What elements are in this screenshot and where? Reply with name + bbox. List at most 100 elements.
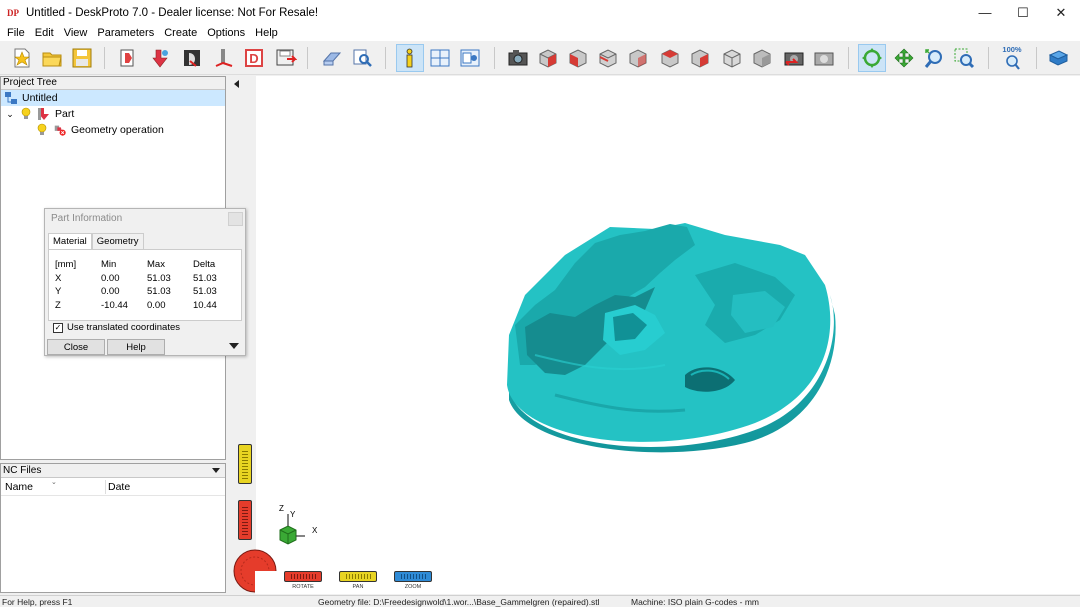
view-front-icon[interactable] [564, 44, 592, 72]
export-nc-icon[interactable] [272, 44, 300, 72]
translated-coords-label: Use translated coordinates [67, 322, 181, 333]
header-max: Max [147, 259, 165, 271]
collapse-arrow-icon[interactable] [234, 80, 239, 88]
view-window-icon[interactable] [456, 44, 484, 72]
view-left-icon[interactable] [624, 44, 652, 72]
pan-slider[interactable] [339, 571, 377, 582]
chevron-down-icon[interactable]: ⌄ [5, 107, 15, 121]
project-icon [4, 91, 18, 105]
table-row: X 0.00 51.03 51.03 [55, 272, 239, 286]
zoom-level-label: 100% [1002, 45, 1022, 54]
vertical-rotate-slider[interactable] [238, 500, 252, 540]
layout-grid-icon[interactable] [426, 44, 454, 72]
tree-item-project[interactable]: Untitled [1, 90, 225, 106]
vertical-pan-slider[interactable] [238, 444, 252, 484]
zoom-window-icon[interactable] [950, 44, 978, 72]
row-axis: Y [55, 286, 62, 298]
part-file-icon[interactable] [114, 44, 142, 72]
header-min: Min [101, 259, 117, 271]
toolpath-icon[interactable] [210, 44, 238, 72]
status-bar: For Help, press F1 Geometry file: D:\Fre… [0, 595, 1080, 607]
snapshot-icon[interactable] [810, 44, 838, 72]
column-divider[interactable] [105, 480, 106, 494]
tab-geometry[interactable]: Geometry [91, 233, 144, 249]
camera-icon[interactable] [504, 44, 532, 72]
view-top-icon[interactable] [686, 44, 714, 72]
close-dialog-button[interactable]: Close [47, 339, 105, 355]
rotate-slider[interactable] [284, 571, 322, 582]
operation-error-icon [53, 123, 67, 137]
zoom-in-icon[interactable] [920, 44, 948, 72]
project-tree-header: Project Tree [1, 77, 225, 90]
dialog-close-icon[interactable] [228, 212, 243, 226]
dialog-title-text: Part Information [51, 213, 123, 224]
nc-files-panel: NC Files Name ⌄ Date [0, 463, 226, 593]
pan-label: PAN [352, 584, 364, 590]
lightbulb-icon[interactable] [35, 123, 49, 137]
view-back-icon[interactable] [594, 44, 622, 72]
tree-item-operation[interactable]: Geometry operation [1, 122, 225, 138]
menu-help[interactable]: Help [250, 25, 283, 41]
axis-indicator: Z Y X [276, 504, 324, 548]
pan-view-icon[interactable] [890, 44, 918, 72]
view-shaded-icon[interactable] [748, 44, 776, 72]
menu-edit[interactable]: Edit [30, 25, 59, 41]
header-unit: [mm] [55, 259, 77, 271]
row-min: 0.00 [101, 286, 120, 298]
minimize-button[interactable]: — [966, 0, 1004, 25]
part-info-dialog: Part Information Material Geometry [mm] … [44, 208, 246, 356]
lightbulb-icon[interactable] [19, 107, 33, 121]
translated-coords-checkbox[interactable]: ✓ [53, 322, 63, 333]
zoom-slider[interactable] [394, 571, 432, 582]
menu-view[interactable]: View [59, 25, 93, 41]
part-name: Part [55, 108, 75, 120]
preview-search-icon[interactable] [348, 44, 376, 72]
status-help: For Help, press F1 [2, 597, 73, 607]
eraser-icon[interactable] [318, 44, 346, 72]
part-icon [37, 107, 51, 121]
open-folder-icon[interactable] [38, 44, 66, 72]
row-max: 51.03 [147, 286, 171, 298]
dropdown-arrow-icon[interactable] [212, 468, 220, 473]
dimensions-table: [mm] Min Max Delta X 0.00 51.03 51.03 Y … [55, 258, 239, 312]
row-min: 0.00 [101, 272, 120, 284]
zoom-100-icon[interactable]: 100% [998, 44, 1026, 72]
menu-file[interactable]: File [2, 25, 30, 41]
nc-files-title: NC Files [3, 465, 42, 476]
view-right-icon[interactable] [656, 44, 684, 72]
menu-bar: File Edit View Parameters Create Options… [0, 25, 1080, 41]
help-button[interactable]: Help [107, 339, 165, 355]
help-book-icon[interactable] [1044, 44, 1072, 72]
menu-parameters[interactable]: Parameters [92, 25, 159, 41]
title-bar: DP Untitled - DeskProto 7.0 - Dealer lic… [0, 0, 1080, 25]
rotate-dial[interactable] [232, 548, 278, 594]
d-parameters-icon[interactable]: D [240, 44, 268, 72]
dialog-title: Part Information [45, 209, 245, 229]
svg-text:D: D [249, 51, 258, 66]
snapshot-red-icon[interactable] [780, 44, 808, 72]
new-project-icon[interactable] [8, 44, 36, 72]
column-name[interactable]: Name [5, 481, 33, 493]
part-info-icon[interactable] [396, 44, 424, 72]
menu-create[interactable]: Create [159, 25, 202, 41]
save-icon[interactable] [68, 44, 96, 72]
column-date[interactable]: Date [108, 481, 130, 493]
rotate-view-icon[interactable] [858, 44, 886, 72]
app-logo-icon: DP [7, 7, 19, 18]
view-bottom-icon[interactable] [718, 44, 746, 72]
view-iso-icon[interactable] [534, 44, 562, 72]
close-button[interactable]: ✕ [1042, 0, 1080, 25]
tab-material[interactable]: Material [48, 233, 92, 249]
tree-item-part[interactable]: ⌄ Part [1, 106, 225, 122]
row-axis: Z [55, 299, 61, 311]
3d-model[interactable] [495, 215, 845, 455]
axis-x-label: X [312, 526, 318, 535]
menu-options[interactable]: Options [202, 25, 250, 41]
translated-coords-option[interactable]: ✓ Use translated coordinates [53, 322, 180, 333]
expand-arrow-icon[interactable] [229, 343, 239, 349]
row-delta: 51.03 [193, 286, 217, 298]
row-delta: 10.44 [193, 299, 217, 311]
part-params-icon[interactable] [146, 44, 174, 72]
operation-icon[interactable] [178, 44, 206, 72]
maximize-button[interactable]: ☐ [1004, 0, 1042, 25]
